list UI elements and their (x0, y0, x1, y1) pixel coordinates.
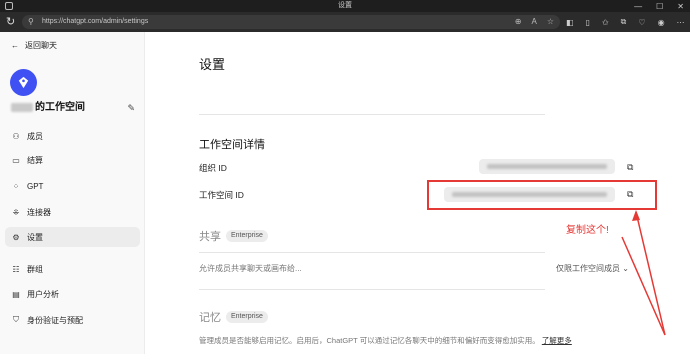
profile-icon[interactable]: ◉ (658, 18, 665, 27)
sidebar-item-gpt[interactable]: ⁘ GPT (5, 176, 140, 196)
browser-titlebar: 设置 — ☐ ✕ (0, 0, 690, 12)
workspace-header: 的工作空间 ✎ (11, 101, 137, 115)
divider (199, 289, 545, 290)
sharing-description: 允许成员共享聊天或画布给... (199, 264, 302, 273)
sharing-dropdown[interactable]: 仅限工作空间成员 ⌄ (556, 263, 629, 274)
extensions-icon[interactable]: ◧ (566, 18, 574, 27)
dropdown-value: 仅限工作空间成员 (556, 264, 620, 273)
maximize-icon[interactable]: ☐ (656, 2, 663, 11)
address-bar[interactable]: ⚲ https://chatgpt.com/admin/settings ⊕ A… (22, 15, 560, 29)
sidebar-item-label: 成员 (27, 131, 43, 141)
browser-toolbar: ↻ ⚲ https://chatgpt.com/admin/settings ⊕… (0, 12, 690, 32)
back-to-chat-link[interactable]: ← 返回聊天 (11, 40, 57, 51)
chevron-down-icon: ⌄ (622, 264, 629, 273)
sidebar-item-label: GPT (27, 181, 44, 191)
divider (199, 252, 545, 253)
sidebar-item-settings[interactable]: ⚙ 设置 (5, 227, 140, 247)
sidebar-item-label: 群组 (27, 264, 43, 274)
tag-icon (18, 76, 29, 89)
sharing-heading: 共享 (199, 231, 221, 243)
site-info-icon[interactable]: ⚲ (28, 17, 34, 26)
memory-description: 管理成员是否能够启用记忆。启用后，ChatGPT 可以通过记忆各聊天中的细节和偏… (199, 336, 572, 345)
annotation-text: 复制这个! (566, 225, 609, 236)
window-title: 设置 (338, 2, 352, 9)
page-title: 设置 (199, 57, 226, 72)
reload-icon[interactable]: ↻ (6, 16, 15, 28)
edit-pencil-icon[interactable]: ✎ (127, 101, 135, 115)
sidebar: ← 返回聊天 的工作空间 ✎ ⚇ 成员 ▭ 结算 ⁘ GPT ⁜ 连接器 ⚙ 设… (0, 32, 145, 354)
org-id-value (479, 159, 615, 174)
sidebar-item-label: 用户分析 (27, 289, 59, 299)
collections-icon[interactable]: ⧉ (621, 17, 627, 27)
memory-heading: 记忆 (199, 312, 221, 324)
close-icon[interactable]: ✕ (677, 2, 684, 11)
browser-essentials-icon[interactable]: ♡ (638, 18, 645, 27)
users-icon: ⚇ (12, 131, 20, 141)
grid-icon: ⁘ (12, 181, 20, 191)
analytics-icon: ▤ (12, 289, 20, 299)
more-icon[interactable]: ⋯ (677, 18, 685, 27)
shield-icon: ⛉ (13, 315, 19, 324)
workspace-details-heading: 工作空间详情 (199, 139, 265, 151)
gear-icon: ⚙ (12, 232, 20, 242)
sidebar-item-label: 身份验证与预配 (27, 315, 83, 325)
sidebar-item-label: 设置 (27, 232, 43, 242)
enterprise-badge: Enterprise (226, 230, 268, 242)
favorite-icon[interactable]: ☆ (547, 15, 554, 29)
copy-org-id-icon[interactable]: ⧉ (627, 162, 633, 173)
sidebar-item-billing[interactable]: ▭ 结算 (5, 150, 140, 170)
divider (199, 114, 545, 115)
org-id-label: 组织 ID (199, 163, 227, 173)
card-icon: ▭ (12, 155, 20, 165)
split-screen-icon[interactable]: ▯ (586, 18, 590, 27)
enterprise-badge: Enterprise (226, 311, 268, 323)
sidebar-item-identity[interactable]: ⛉ 身份验证与预配 (5, 310, 140, 330)
sidebar-item-groups[interactable]: ☷ 群组 (5, 259, 140, 279)
minimize-icon[interactable]: — (634, 2, 642, 11)
group-icon: ☷ (12, 264, 20, 274)
redacted-workspace-prefix (11, 103, 33, 112)
workspace-logo (10, 69, 37, 96)
read-aloud-icon[interactable]: A (531, 15, 536, 29)
arrow-left-icon: ← (11, 41, 19, 50)
favorites-bar-icon[interactable]: ✩ (602, 18, 609, 27)
sidebar-item-connectors[interactable]: ⁜ 连接器 (5, 202, 140, 222)
sidebar-item-label: 结算 (27, 155, 43, 165)
redacted-org-id (487, 164, 607, 169)
url-text[interactable]: https://chatgpt.com/admin/settings (42, 15, 148, 29)
sidebar-item-label: 连接器 (27, 207, 51, 217)
workspace-id-label: 工作空间 ID (199, 190, 244, 200)
back-label: 返回聊天 (25, 41, 57, 50)
connector-icon: ⁜ (12, 207, 20, 217)
annotation-highlight-box (427, 180, 657, 210)
sidebar-item-analytics[interactable]: ▤ 用户分析 (5, 284, 140, 304)
sidebar-item-members[interactable]: ⚇ 成员 (5, 126, 140, 146)
learn-more-link[interactable]: 了解更多 (542, 336, 572, 345)
zoom-icon[interactable]: ⊕ (515, 15, 522, 29)
workspace-name: 的工作空间 (35, 102, 85, 113)
